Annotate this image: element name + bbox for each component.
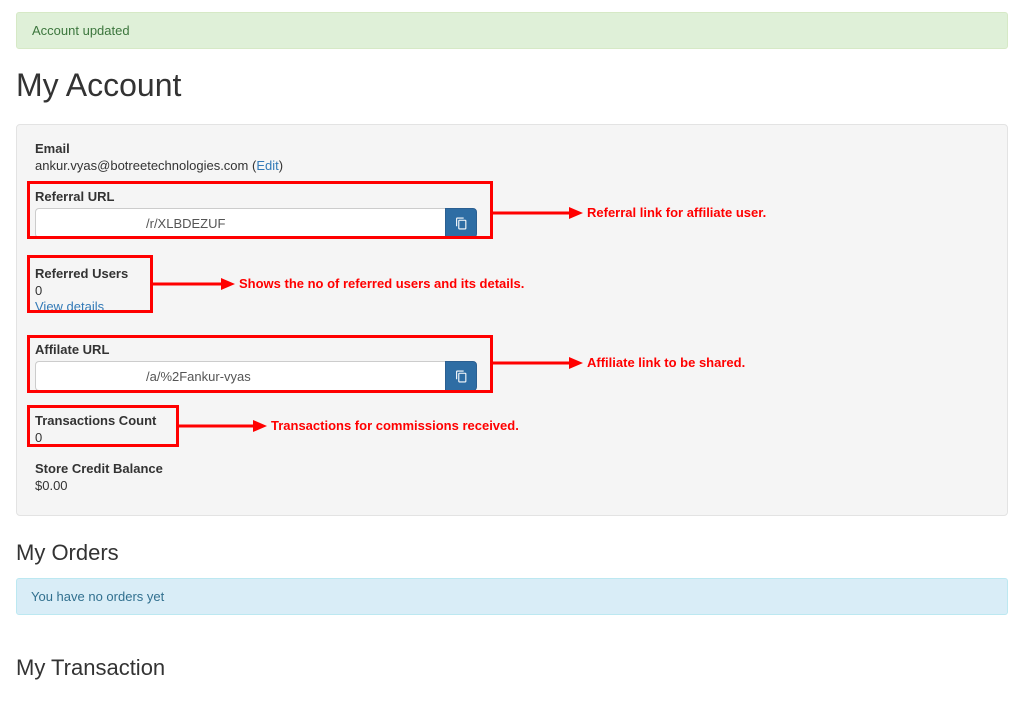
edit-link[interactable]: Edit xyxy=(256,158,278,173)
page-title: My Account xyxy=(16,67,1008,104)
annotation-affiliate: Affiliate link to be shared. xyxy=(587,355,745,370)
referral-input-row xyxy=(35,208,477,238)
credit-label: Store Credit Balance xyxy=(35,461,989,476)
credit-block: Store Credit Balance $0.00 xyxy=(35,461,989,493)
annotation-transactions: Transactions for commissions received. xyxy=(271,418,519,433)
email-row: ankur.vyas@botreetechnologies.com (Edit) xyxy=(35,158,989,173)
paren-close: ) xyxy=(279,158,283,173)
affiliate-label: Affilate URL xyxy=(35,342,989,357)
view-details-link[interactable]: View details xyxy=(35,299,104,314)
no-orders-alert: You have no orders yet xyxy=(16,578,1008,615)
account-panel: Email ankur.vyas@botreetechnologies.com … xyxy=(16,124,1008,516)
affiliate-input[interactable] xyxy=(35,361,445,391)
referral-block: Referral URL xyxy=(35,189,989,238)
alert-success: Account updated xyxy=(16,12,1008,49)
referral-input[interactable] xyxy=(35,208,445,238)
email-value: ankur.vyas@botreetechnologies.com xyxy=(35,158,248,173)
email-label: Email xyxy=(35,141,989,156)
affiliate-block: Affilate URL xyxy=(35,342,989,391)
credit-value: $0.00 xyxy=(35,478,989,493)
referral-label: Referral URL xyxy=(35,189,989,204)
referral-copy-button[interactable] xyxy=(445,208,477,238)
annotation-referred: Shows the no of referred users and its d… xyxy=(239,276,524,291)
copy-icon xyxy=(455,370,468,383)
annotation-referral: Referral link for affiliate user. xyxy=(587,205,766,220)
email-block: Email ankur.vyas@botreetechnologies.com … xyxy=(35,141,989,173)
transaction-heading: My Transaction xyxy=(16,655,1008,681)
affiliate-input-row xyxy=(35,361,477,391)
affiliate-copy-button[interactable] xyxy=(445,361,477,391)
copy-icon xyxy=(455,217,468,230)
orders-heading: My Orders xyxy=(16,540,1008,566)
